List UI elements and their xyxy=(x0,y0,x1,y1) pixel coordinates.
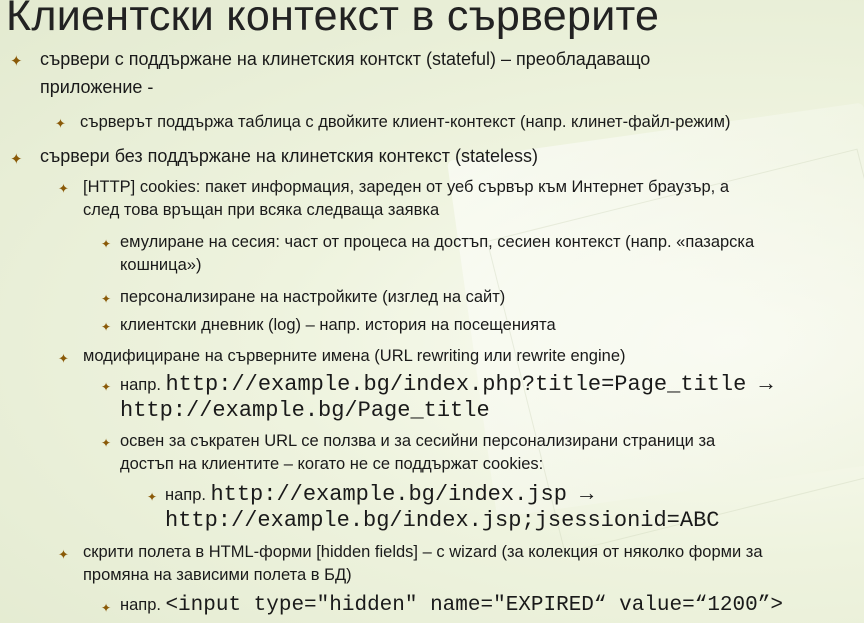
bullet-icon: ✦ xyxy=(101,380,112,394)
bullet-hidden-fields-line1: скрити полета в HTML-форми [hidden field… xyxy=(83,543,763,561)
bullet-stateful-line1: сървери с поддържане на клинетския контс… xyxy=(40,49,651,69)
example-code-continued: http://example.bg/Page_title xyxy=(120,398,490,423)
bullet-icon: ✦ xyxy=(101,292,112,306)
bullet-stateless: сървери без поддържане на клинетския кон… xyxy=(40,146,538,166)
bullet-stateful-line2: приложение - xyxy=(40,77,154,97)
example-code: http://example.bg/index.php?title=Page_t… xyxy=(165,372,773,397)
bullet-example-php: напр. http://example.bg/index.php?title=… xyxy=(120,372,773,398)
slide-title: Клиентски контекст в сърверите xyxy=(6,0,660,40)
bullet-session-pages-line2: достъп на клиентите – когато не се поддъ… xyxy=(120,455,544,473)
example-prefix: напр. xyxy=(120,596,161,614)
bullet-example-input: напр. <input type="hidden" name="EXPIRED… xyxy=(120,593,783,619)
bullet-icon: ✦ xyxy=(58,351,69,366)
bullet-session-pages-line1: освен за съкратен URL се ползва и за сес… xyxy=(120,432,716,450)
bullet-cookies-line2: след това връщан при всяка следваща заяв… xyxy=(83,201,440,219)
bullet-icon: ✦ xyxy=(10,53,23,70)
bullet-icon: ✦ xyxy=(101,601,112,615)
bullet-icon: ✦ xyxy=(58,181,69,196)
example-code: <input type="hidden" name="EXPIRED“ valu… xyxy=(165,594,783,617)
bullet-client-log: клиентски дневник (log) – напр. история … xyxy=(120,316,556,334)
bullet-example-jsp: напр. http://example.bg/index.jsp → xyxy=(165,482,593,508)
bullet-session-line1: емулиране на сесия: част от процеса на д… xyxy=(120,233,755,251)
bullet-url-rewriting: модифициране на сърверните имена (URL re… xyxy=(83,347,626,365)
bullet-session-line2: кошница») xyxy=(120,256,202,274)
example-prefix: напр. xyxy=(165,486,206,504)
bullet-icon: ✦ xyxy=(101,320,112,334)
bullet-personalize: персонализиране на настройките (изглед н… xyxy=(120,288,506,306)
example-prefix: напр. xyxy=(120,376,161,394)
bullet-cookies-line1: [HTTP] cookies: пакет информация, зареде… xyxy=(83,178,730,196)
bullet-icon: ✦ xyxy=(55,116,66,131)
bullet-icon: ✦ xyxy=(101,237,112,251)
example-code-continued: http://example.bg/index.jsp;jsessionid=A… xyxy=(165,508,720,533)
bullet-icon: ✦ xyxy=(10,151,23,168)
bullet-hidden-fields-line2: промяна на зависими полета в БД) xyxy=(83,566,352,584)
bullet-icon: ✦ xyxy=(101,436,112,450)
example-code: http://example.bg/index.jsp → xyxy=(210,482,594,507)
bullet-client-table: сърверът поддържа таблица с двойките кли… xyxy=(80,113,731,131)
bullet-icon: ✦ xyxy=(58,547,69,562)
bullet-icon: ✦ xyxy=(147,490,158,504)
